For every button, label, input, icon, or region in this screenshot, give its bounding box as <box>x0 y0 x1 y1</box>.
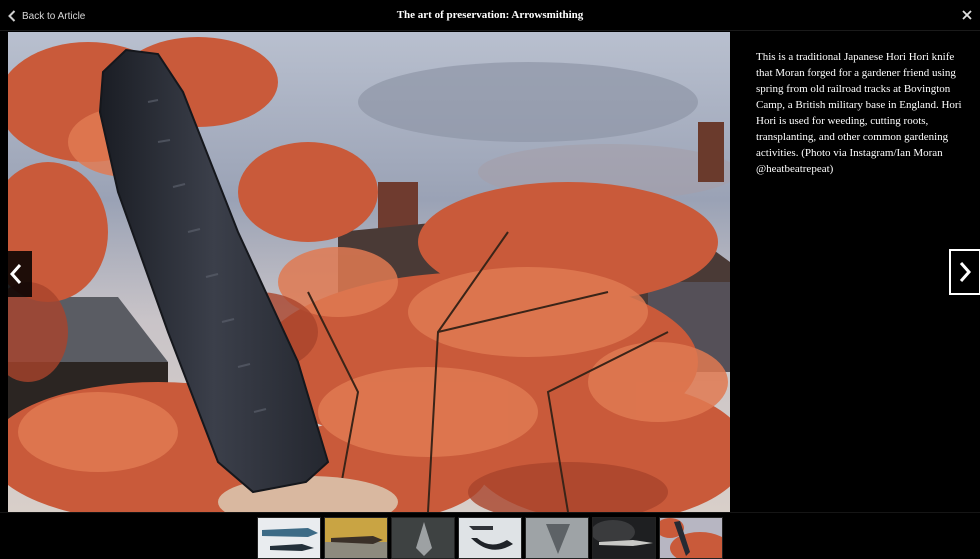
arrowhead-on-gray-thumbnail <box>392 518 454 558</box>
top-bar: Back to Article The art of preservation:… <box>0 0 980 31</box>
curved-blade-on-white-thumbnail <box>459 518 521 558</box>
thumbnail-1[interactable] <box>257 517 321 559</box>
previous-photo-button[interactable] <box>0 251 32 297</box>
chevron-left-icon <box>8 10 16 22</box>
back-link-label: Back to Article <box>22 10 86 22</box>
next-photo-button[interactable] <box>949 249 980 295</box>
photo-caption: This is a traditional Japanese Hori Hori… <box>756 51 962 175</box>
close-button[interactable] <box>960 8 974 22</box>
spearhead-on-dark-thumbnail <box>593 518 655 558</box>
thumbnail-4[interactable] <box>458 517 522 559</box>
close-icon <box>962 10 972 20</box>
thumbnail-strip <box>0 512 980 559</box>
thumbnail-3[interactable] <box>391 517 455 559</box>
thumbnail-5[interactable] <box>525 517 589 559</box>
hori-hori-red-foliage-thumbnail <box>660 518 722 558</box>
caption-panel: This is a traditional Japanese Hori Hori… <box>736 32 980 512</box>
gallery-title: The art of preservation: Arrowsmithing <box>396 9 584 21</box>
thumbnail-2[interactable] <box>324 517 388 559</box>
chevron-right-icon <box>959 262 972 282</box>
thumbnail-7[interactable] <box>659 517 723 559</box>
knives-on-white-thumbnail <box>258 518 320 558</box>
hori-hori-knife-photo <box>8 32 730 512</box>
blade-on-yellow-thumbnail <box>325 518 387 558</box>
back-to-article-link[interactable]: Back to Article <box>8 8 85 24</box>
point-on-gray-thumbnail <box>526 518 588 558</box>
chevron-left-icon <box>9 264 22 284</box>
thumbnail-6[interactable] <box>592 517 656 559</box>
main-photo <box>8 32 730 512</box>
